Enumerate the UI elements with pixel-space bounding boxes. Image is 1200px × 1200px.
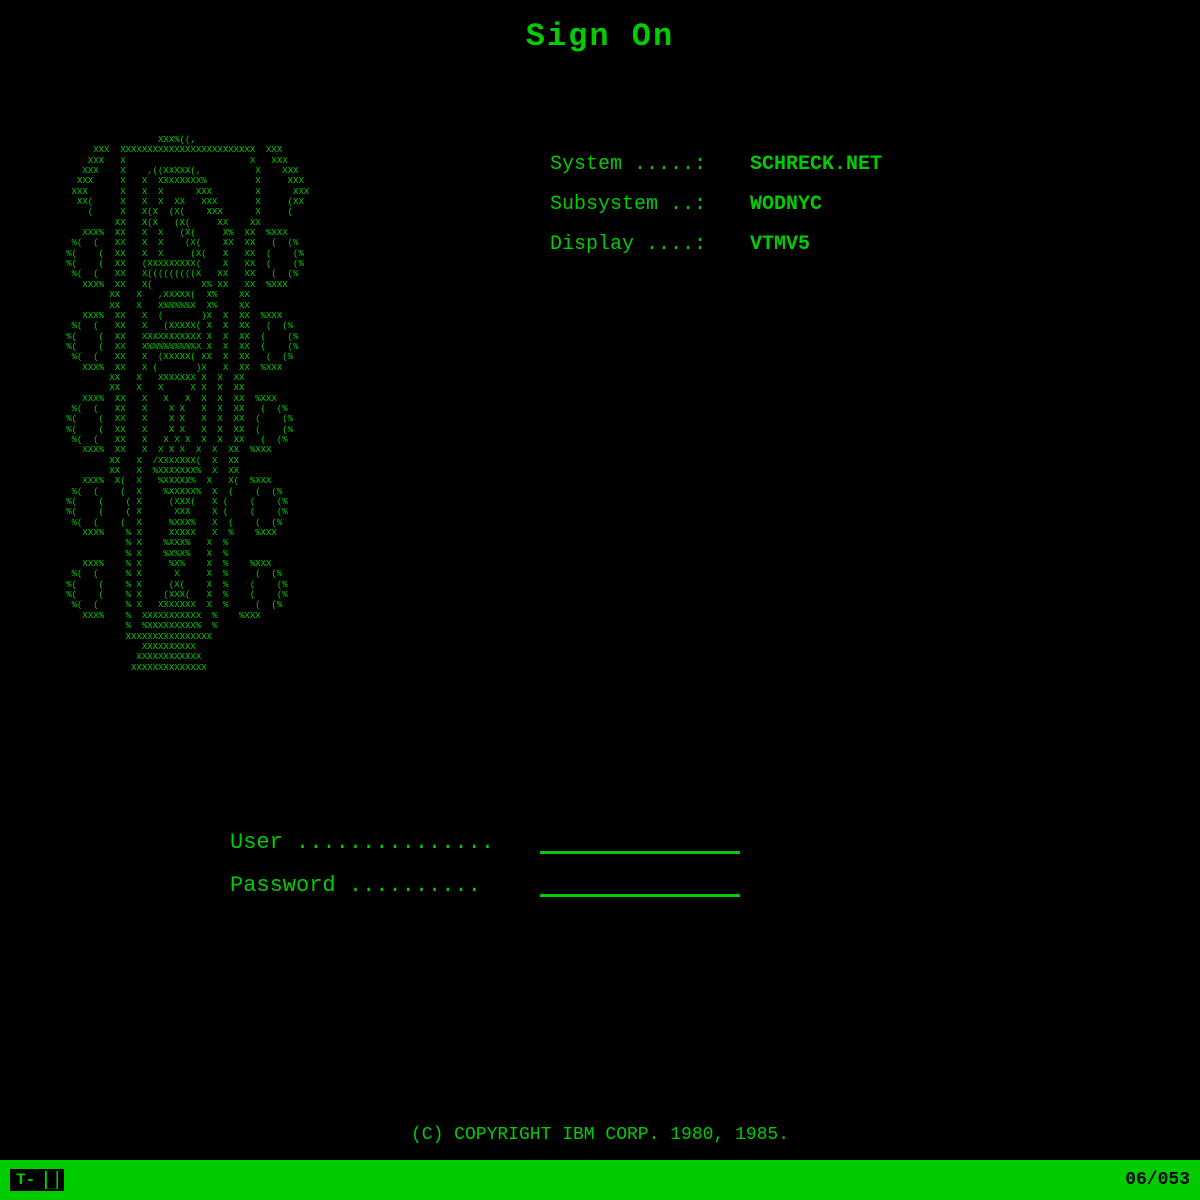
user-input[interactable] bbox=[540, 832, 740, 854]
display-label: Display ....: bbox=[550, 225, 750, 265]
subsystem-row: Subsystem ..: WODNYC bbox=[550, 185, 882, 225]
user-label: User ............... bbox=[230, 830, 540, 855]
status-bar-right: 06/053 bbox=[1125, 1170, 1190, 1190]
status-bar: T- █ 06/053 bbox=[0, 1160, 1200, 1200]
display-row: Display ....: VTMV5 bbox=[550, 225, 882, 265]
subsystem-label: Subsystem ..: bbox=[550, 185, 750, 225]
page-title: Sign On bbox=[0, 0, 1200, 55]
terminal-label: T- bbox=[16, 1171, 35, 1189]
status-bar-left: T- █ bbox=[10, 1169, 64, 1191]
system-label: System .....: bbox=[550, 145, 750, 185]
login-area: User ............... Password .......... bbox=[230, 830, 740, 916]
screen: Sign On XXX%((, XXX XXXXXXXXXXXXXXXXXXXX… bbox=[0, 0, 1200, 1200]
terminal-indicator: T- █ bbox=[10, 1169, 64, 1191]
terminal-cursor: █ bbox=[45, 1171, 59, 1189]
system-info-panel: System .....: SCHRECK.NET Subsystem ..: … bbox=[550, 145, 882, 673]
display-value: VTMV5 bbox=[750, 225, 810, 265]
system-value: SCHRECK.NET bbox=[750, 145, 882, 185]
system-row: System .....: SCHRECK.NET bbox=[550, 145, 882, 185]
copyright-text: (C) COPYRIGHT IBM CORP. 1980, 1985. bbox=[0, 1125, 1200, 1145]
main-area: XXX%((, XXX XXXXXXXXXXXXXXXXXXXXXXXXX XX… bbox=[0, 135, 1200, 673]
subsystem-value: WODNYC bbox=[750, 185, 822, 225]
password-input[interactable] bbox=[540, 875, 740, 897]
ascii-art-logo: XXX%((, XXX XXXXXXXXXXXXXXXXXXXXXXXXX XX… bbox=[50, 135, 470, 673]
password-label: Password .......... bbox=[230, 873, 540, 898]
password-row: Password .......... bbox=[230, 873, 740, 898]
user-row: User ............... bbox=[230, 830, 740, 855]
